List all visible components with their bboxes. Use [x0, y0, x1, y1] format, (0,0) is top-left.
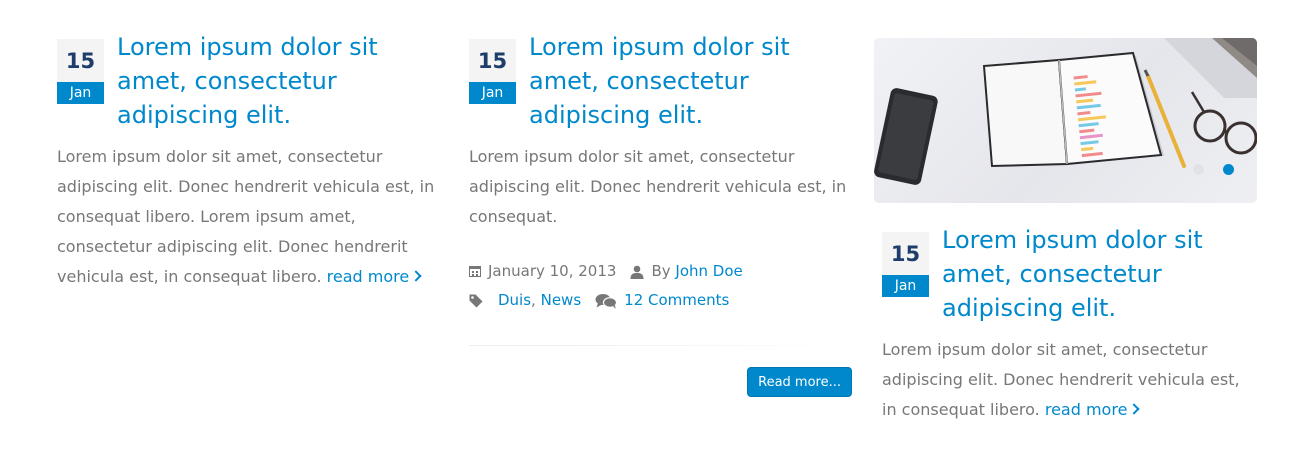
post-meta-date: January 10, 2013: [469, 257, 616, 286]
post-meta-comments: 12 Comments: [595, 286, 729, 315]
post-tag-separator: ,: [531, 291, 536, 309]
notebook-desk-image: [874, 38, 1257, 185]
blog-post-2: 15 Jan Lorem ipsum dolor sit amet, conse…: [469, 30, 852, 397]
post-title[interactable]: Lorem ipsum dolor sit amet, consectetur …: [529, 30, 852, 132]
read-more-label: read more: [1044, 400, 1128, 419]
post-image-slider[interactable]: [874, 38, 1257, 203]
calendar-icon: [469, 266, 481, 277]
post-date-day: 15: [57, 39, 104, 82]
post-excerpt: Lorem ipsum dolor sit amet, consectetur …: [469, 147, 847, 226]
post-tag-link-duis[interactable]: Duis: [498, 286, 531, 315]
post-date: 15 Jan: [469, 39, 516, 104]
post-excerpt: Lorem ipsum dolor sit amet, consectetur …: [882, 335, 1258, 425]
slider-dot-1[interactable]: [1193, 164, 1204, 175]
comments-icon: [595, 293, 618, 309]
read-more-button[interactable]: Read more...: [747, 367, 852, 397]
post-date: 15 Jan: [882, 232, 929, 297]
post-date-month: Jan: [469, 82, 516, 104]
post-header: 15 Jan Lorem ipsum dolor sit amet, conse…: [469, 30, 852, 132]
chevron-right-icon: [410, 270, 422, 282]
post-date-month: Jan: [57, 82, 104, 104]
slider-dot-2-active[interactable]: [1223, 164, 1234, 175]
post-meta-row-1: January 10, 2013 By John Doe: [469, 257, 852, 286]
read-more-label: read more: [326, 267, 410, 286]
post-title[interactable]: Lorem ipsum dolor sit amet, consectetur …: [942, 223, 1258, 325]
post-tag-link-news[interactable]: News: [541, 286, 582, 315]
post-header: 15 Jan Lorem ipsum dolor sit amet, conse…: [57, 30, 442, 132]
post-meta-by-label: By: [651, 262, 671, 280]
post-author-link[interactable]: John Doe: [675, 257, 742, 286]
read-more-link[interactable]: read more: [1044, 400, 1141, 419]
post-meta-tags: Duis, News: [469, 286, 581, 315]
chevron-right-icon: [1128, 403, 1141, 415]
post-date: 15 Jan: [57, 39, 104, 104]
post-date-day: 15: [469, 39, 516, 82]
post-date-month: Jan: [882, 275, 929, 297]
post-excerpt: Lorem ipsum dolor sit amet, consectetur …: [57, 142, 442, 292]
user-icon: [630, 265, 644, 279]
post-meta: January 10, 2013 By John Doe Duis, News: [469, 257, 852, 315]
post-excerpt-text: Lorem ipsum dolor sit amet, consectetur …: [57, 147, 435, 286]
post-date-day: 15: [882, 232, 929, 275]
post-meta-author: By John Doe: [630, 257, 743, 286]
post-meta-date-text: January 10, 2013: [488, 262, 617, 280]
post-comments-link[interactable]: 12 Comments: [624, 286, 729, 315]
post-divider: [469, 345, 852, 346]
post-title[interactable]: Lorem ipsum dolor sit amet, consectetur …: [117, 30, 442, 132]
tag-icon: [469, 294, 483, 307]
read-more-link[interactable]: read more: [326, 267, 422, 286]
post-meta-row-2: Duis, News 12 Comments: [469, 286, 852, 315]
blog-post-3: 15 Jan Lorem ipsum dolor sit amet, conse…: [874, 38, 1258, 425]
blog-post-1: 15 Jan Lorem ipsum dolor sit amet, conse…: [57, 30, 442, 292]
post-header: 15 Jan Lorem ipsum dolor sit amet, conse…: [882, 223, 1258, 325]
